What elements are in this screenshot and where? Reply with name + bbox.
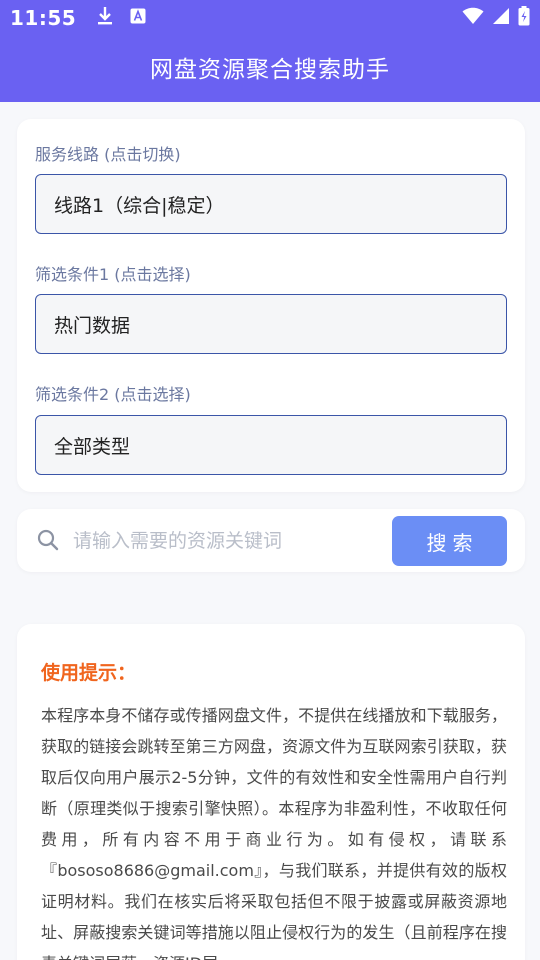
search-button[interactable]: 搜索 [392, 516, 507, 566]
status-bar: 11:55 [0, 0, 540, 36]
filter1-selector[interactable]: 热门数据 [35, 294, 507, 354]
download-icon [96, 6, 114, 30]
filter2-selector[interactable]: 全部类型 [35, 415, 507, 475]
filter-card: 服务线路 (点击切换) 线路1（综合|稳定） 筛选条件1 (点击选择) 热门数据… [17, 119, 525, 492]
route-selector[interactable]: 线路1（综合|稳定） [35, 174, 507, 234]
route-label: 服务线路 (点击切换) [35, 145, 181, 164]
search-icon [37, 529, 59, 555]
app-header: 11:55 网盘资源聚合搜索助手 [0, 0, 540, 102]
status-time: 11:55 [10, 6, 77, 30]
font-a-icon [130, 8, 146, 28]
tips-title: 使用提示： [41, 662, 137, 684]
signal-icon [492, 7, 510, 29]
battery-charging-icon [518, 6, 530, 30]
search-input[interactable] [73, 521, 383, 561]
wifi-icon [462, 7, 484, 29]
tips-card: 使用提示： 本程序本身不储存或传播网盘文件，不提供在线播放和下载服务，获取的链接… [17, 624, 525, 960]
filter1-label: 筛选条件1 (点击选择) [35, 265, 191, 284]
tips-body: 本程序本身不储存或传播网盘文件，不提供在线播放和下载服务，获取的链接会跳转至第三… [41, 706, 507, 960]
search-bar: 搜索 [17, 509, 525, 572]
filter2-label: 筛选条件2 (点击选择) [35, 385, 191, 404]
page-title: 网盘资源聚合搜索助手 [150, 57, 390, 83]
